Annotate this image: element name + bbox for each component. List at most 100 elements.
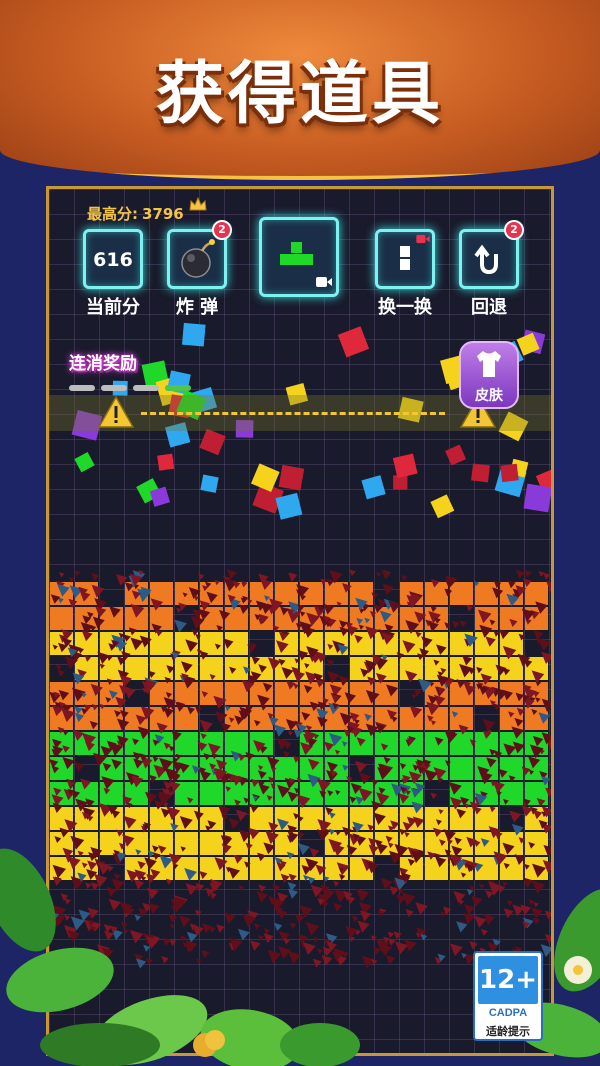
debris-shard (111, 759, 122, 770)
debris-shard (53, 787, 62, 796)
debris-shard (492, 587, 504, 599)
debris-shard (74, 712, 85, 723)
debris-shard (155, 630, 163, 637)
debris-shard (132, 738, 140, 746)
debris-shard (149, 774, 157, 783)
debris-shard (473, 581, 480, 587)
debris-shard (68, 576, 75, 583)
debris-shard (376, 572, 382, 578)
debris-shard (473, 806, 482, 815)
debris-shard (527, 756, 541, 769)
debris-shard (268, 822, 279, 833)
debris-shard (536, 797, 546, 807)
debris-shard (404, 831, 410, 838)
debris-shard (266, 795, 273, 802)
debris-shard (285, 719, 298, 731)
debris-shard (546, 580, 551, 594)
debris-shard (535, 601, 548, 614)
debris-shard (130, 603, 145, 618)
debris-shard (99, 663, 105, 669)
debris-shard (150, 598, 164, 611)
debris-shard (62, 756, 75, 770)
debris-shard (301, 711, 311, 721)
debris-shard (268, 776, 275, 784)
debris-shard (435, 819, 442, 826)
warning-icon (97, 395, 135, 428)
debris-shard (323, 741, 335, 752)
debris-shard (409, 705, 423, 719)
debris-shard (292, 670, 305, 683)
debris-shard (175, 701, 186, 712)
bomb-button[interactable]: 2 (167, 220, 232, 289)
flying-block (199, 428, 226, 456)
debris-shard (344, 692, 357, 704)
debris-shard (217, 804, 231, 818)
debris-shard (379, 610, 392, 623)
debris-shard (507, 580, 516, 589)
debris-shard (498, 629, 509, 640)
debris-shard (168, 745, 175, 752)
debris-shard (515, 692, 525, 702)
debris-shard (531, 670, 545, 683)
skin-button[interactable]: 皮肤 (459, 341, 519, 409)
debris-shard (401, 574, 408, 581)
skin-label: 皮肤 (475, 388, 503, 404)
flying-block (337, 326, 370, 358)
debris-shard (251, 656, 260, 665)
debris-shard (296, 794, 311, 809)
debris-shard (272, 625, 280, 632)
debris-shard (521, 805, 533, 817)
debris-shard (408, 771, 422, 785)
debris-shard (445, 760, 451, 766)
debris-shard (433, 694, 446, 707)
next-piece-box[interactable] (259, 217, 339, 297)
debris-shard (421, 636, 433, 648)
debris-shard (106, 678, 114, 686)
debris-shard (280, 606, 289, 616)
debris-shard (234, 799, 241, 807)
debris-shard (273, 724, 287, 737)
debris-shard (369, 610, 377, 618)
debris-shard (123, 815, 137, 829)
debris-shard (533, 809, 543, 820)
undo-button[interactable]: 2 (459, 220, 524, 289)
debris-shard (430, 578, 440, 588)
debris-shard (214, 643, 221, 650)
debris-shard (523, 569, 532, 578)
debris-shard (479, 624, 493, 638)
debris-shard (156, 722, 168, 734)
debris-shard (89, 720, 99, 730)
swap-button[interactable] (375, 229, 435, 289)
debris-shard (434, 736, 444, 746)
debris-shard (128, 627, 137, 636)
debris-shard (432, 827, 443, 838)
debris-shard (52, 644, 58, 650)
age-rating-badge: 12+ CADPA 适龄提示 (473, 951, 543, 1041)
debris-shard (306, 725, 313, 732)
debris-shard (117, 718, 130, 731)
debris-shard (257, 694, 270, 708)
bomb-label: 炸 弹 (175, 297, 219, 318)
debris-shard (365, 626, 379, 640)
flying-block (74, 452, 95, 473)
debris-shard (220, 722, 231, 733)
debris-shard (511, 823, 524, 836)
debris-shard (399, 828, 406, 836)
debris-shard (502, 645, 517, 660)
debris-shard (250, 778, 260, 788)
debris-shard (364, 713, 372, 722)
debris-shard (541, 651, 551, 664)
debris-shard (479, 770, 493, 785)
debris-shard (327, 643, 334, 650)
debris-shard (62, 730, 69, 736)
debris-shard (438, 809, 444, 815)
debris-shard (263, 595, 270, 602)
debris-shard (152, 756, 159, 763)
debris-shard (195, 634, 201, 640)
age-rating-note: 适龄提示 (486, 1025, 530, 1038)
debris-shard (72, 790, 81, 799)
debris-shard (55, 664, 62, 671)
debris-shard (281, 667, 294, 680)
debris-shard (296, 777, 302, 783)
debris-shard (303, 684, 313, 694)
